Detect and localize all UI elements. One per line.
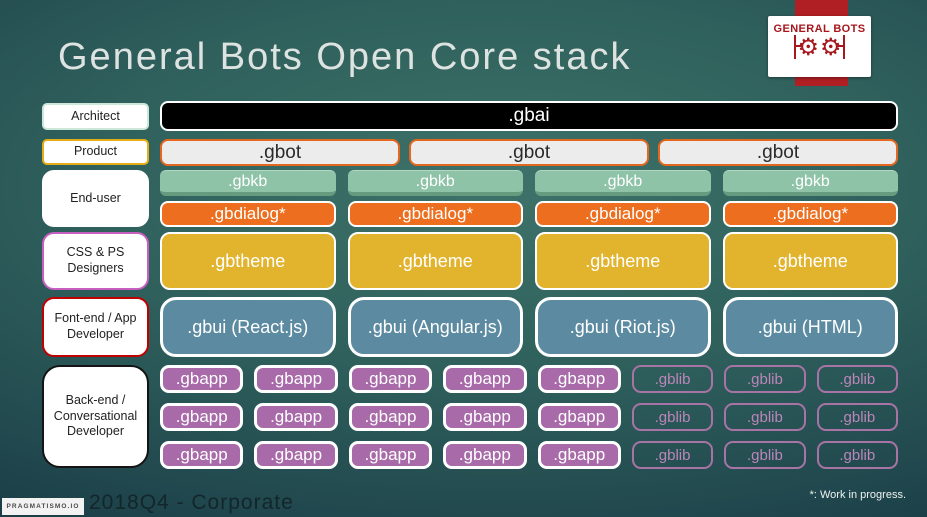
- gear-icon: ⚙: [820, 33, 842, 61]
- gblib-box: .gblib: [724, 441, 806, 469]
- gblib-box: .gblib: [724, 403, 806, 431]
- gbtheme-row: .gbtheme .gbtheme .gbtheme .gbtheme: [160, 232, 898, 290]
- gbdialog-box: .gbdialog*: [535, 201, 711, 227]
- gblib-box: .gblib: [816, 403, 898, 431]
- gbapp-box: .gbapp: [160, 441, 244, 469]
- gbkb-box: .gbkb: [722, 170, 898, 196]
- gblib-box: .gblib: [724, 365, 806, 393]
- general-bots-logo: GENERAL BOTS ⚙ ⚙: [768, 16, 871, 77]
- gbapp-box: .gbapp: [160, 365, 244, 393]
- gbdialog-row: .gbdialog* .gbdialog* .gbdialog* .gbdial…: [160, 201, 898, 227]
- gbui-row: .gbui (React.js) .gbui (Angular.js) .gbu…: [160, 297, 898, 357]
- gbui-react-box: .gbui (React.js): [160, 297, 336, 357]
- gblib-box: .gblib: [631, 403, 714, 431]
- gbai-row: .gbai: [160, 101, 898, 131]
- gbapp-box: .gbapp: [254, 441, 338, 469]
- gbkb-box: .gbkb: [347, 170, 523, 196]
- backend-row-1: .gbapp .gbapp .gbapp .gbapp .gbapp .gbli…: [160, 365, 898, 393]
- gbdialog-box: .gbdialog*: [722, 201, 898, 227]
- gbui-angular-box: .gbui (Angular.js): [347, 297, 523, 357]
- gbapp-box: .gbapp: [537, 365, 621, 393]
- page-title: General Bots Open Core stack: [58, 36, 632, 78]
- gbapp-box: .gbapp: [443, 403, 527, 431]
- gbtheme-box: .gbtheme: [160, 232, 336, 290]
- gbtheme-box: .gbtheme: [535, 232, 711, 290]
- gbapp-box: .gbapp: [254, 365, 338, 393]
- pragmatismo-logo: PRAGMATISMO.IO: [2, 498, 84, 515]
- gbapp-box: .gbapp: [537, 403, 621, 431]
- gbtheme-box: .gbtheme: [722, 232, 898, 290]
- gbtheme-box: .gbtheme: [347, 232, 523, 290]
- gbdialog-box: .gbdialog*: [160, 201, 336, 227]
- gbot-box: .gbot: [658, 139, 898, 166]
- gbkb-row: .gbkb .gbkb .gbkb .gbkb: [160, 170, 898, 196]
- gbapp-box: .gbapp: [348, 441, 433, 469]
- gblib-box: .gblib: [631, 441, 714, 469]
- gbai-box: .gbai: [160, 101, 898, 131]
- logo-gears: ⚙ ⚙: [794, 33, 845, 61]
- row-label-frontend-developer: Font-end / App Developer: [42, 297, 149, 357]
- gblib-box: .gblib: [816, 441, 898, 469]
- gbkb-box: .gbkb: [160, 170, 336, 196]
- gbapp-box: .gbapp: [537, 441, 621, 469]
- gbdialog-box: .gbdialog*: [347, 201, 523, 227]
- gbapp-box: .gbapp: [348, 365, 433, 393]
- row-label-backend-developer: Back-end / Conversational Developer: [42, 365, 149, 468]
- gbapp-box: .gbapp: [443, 365, 527, 393]
- backend-row-3: .gbapp .gbapp .gbapp .gbapp .gbapp .gbli…: [160, 441, 898, 469]
- row-label-end-user: End-user: [42, 170, 149, 227]
- gbapp-box: .gbapp: [254, 403, 338, 431]
- gbot-box: .gbot: [409, 139, 649, 166]
- row-label-product: Product: [42, 139, 149, 165]
- gbui-riot-box: .gbui (Riot.js): [535, 297, 711, 357]
- gbui-html-box: .gbui (HTML): [722, 297, 898, 357]
- gbapp-box: .gbapp: [348, 403, 433, 431]
- slide-edition-text: 2018Q4 - Corporate: [89, 491, 294, 514]
- row-label-designers: CSS & PS Designers: [42, 232, 149, 290]
- work-in-progress-note: *: Work in progress.: [809, 489, 906, 501]
- gbapp-box: .gbapp: [160, 403, 244, 431]
- gbot-row: .gbot .gbot .gbot: [160, 139, 898, 166]
- backend-row-2: .gbapp .gbapp .gbapp .gbapp .gbapp .gbli…: [160, 403, 898, 431]
- bar-icon: [794, 35, 804, 59]
- gblib-box: .gblib: [631, 365, 714, 393]
- gbapp-box: .gbapp: [443, 441, 527, 469]
- row-label-architect: Architect: [42, 103, 149, 130]
- bar-icon: [835, 35, 845, 59]
- slide: General Bots Open Core stack GENERAL BOT…: [0, 0, 927, 517]
- gbkb-box: .gbkb: [535, 170, 711, 196]
- gbot-box: .gbot: [160, 139, 400, 166]
- gblib-box: .gblib: [816, 365, 898, 393]
- gear-icon: ⚙: [797, 33, 819, 61]
